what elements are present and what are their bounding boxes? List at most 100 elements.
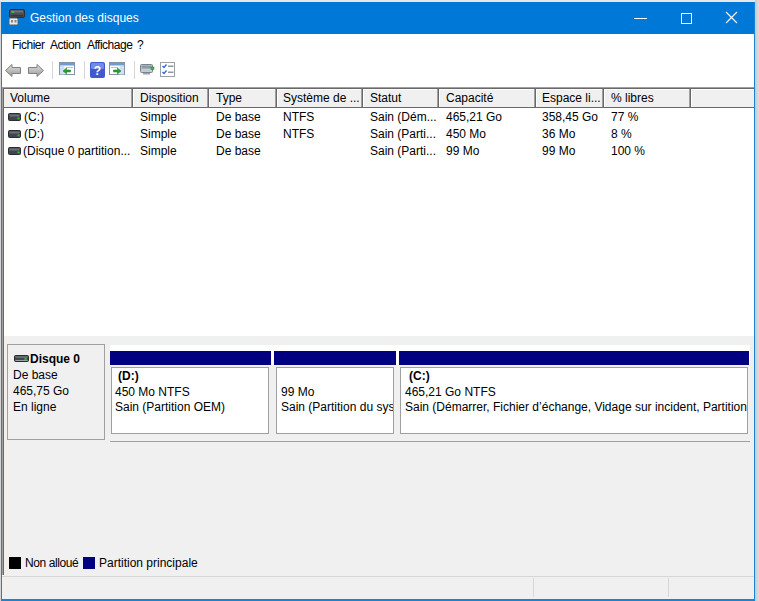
back-icon xyxy=(5,64,21,77)
volume-libres: 100 % xyxy=(611,143,645,160)
volume-icon xyxy=(8,130,21,139)
volume-type: De base xyxy=(216,109,261,126)
partition-d-colorbar xyxy=(110,351,271,365)
legend-primary-swatch xyxy=(83,557,95,569)
menu-action[interactable]: Action xyxy=(50,34,80,56)
volume-disposition: Simple xyxy=(140,143,177,160)
volume-espace: 36 Mo xyxy=(542,126,575,143)
status-bar xyxy=(2,577,754,599)
toolbar-separator-1 xyxy=(52,61,53,79)
column-header-bottom-border xyxy=(4,107,754,108)
partition-c-label: (C:) xyxy=(409,369,430,384)
maximize-button[interactable] xyxy=(663,2,709,32)
column-header-libres[interactable]: % libres xyxy=(611,90,654,107)
volume-row-d[interactable]: (D:) Simple De base NTFS Sain (Parti... … xyxy=(4,126,754,143)
forward-icon xyxy=(28,64,44,77)
header-sep-7[interactable] xyxy=(602,89,605,107)
volume-disposition: Simple xyxy=(140,126,177,143)
maximize-icon xyxy=(681,13,692,24)
partition-c-box[interactable]: (C:) 465,21 Go NTFS Sain (Démarrer, Fich… xyxy=(400,367,748,434)
popup-icon xyxy=(140,63,155,76)
partition-d-size: 450 Mo NTFS xyxy=(115,385,190,400)
close-button[interactable] xyxy=(709,2,754,32)
volume-disposition: Simple xyxy=(140,109,177,126)
column-header-systeme[interactable]: Système de ... xyxy=(283,90,360,107)
header-sep-5[interactable] xyxy=(437,89,440,107)
minimize-icon xyxy=(634,18,647,19)
back-button[interactable] xyxy=(5,64,20,76)
column-header-espace[interactable]: Espace li... xyxy=(542,90,601,107)
properties-button[interactable] xyxy=(160,62,176,77)
volume-icon xyxy=(8,113,21,122)
legend-primary-label: Partition principale xyxy=(99,556,198,570)
column-header-type[interactable]: Type xyxy=(216,90,242,107)
status-bar-sep-1 xyxy=(533,578,534,597)
volume-statut: Sain (Parti... xyxy=(370,126,436,143)
header-sep-8[interactable] xyxy=(689,89,692,107)
menu-fichier[interactable]: Fichier xyxy=(12,34,45,56)
volume-statut: Sain (Dém... xyxy=(370,109,437,126)
disk0-size: 465,75 Go xyxy=(13,384,69,399)
volume-statut: Sain (Parti... xyxy=(370,143,436,160)
volume-name: (D:) xyxy=(24,126,44,143)
partition-d-box[interactable]: (D:) 450 Mo NTFS Sain (Partition OEM) xyxy=(111,367,269,434)
svg-text:?: ? xyxy=(94,64,101,78)
column-header-volume[interactable]: Volume xyxy=(10,90,50,107)
action-pane-button[interactable] xyxy=(109,62,125,77)
header-sep-6[interactable] xyxy=(534,89,537,107)
partition-c-colorbar xyxy=(399,351,749,365)
help-icon: ? xyxy=(90,62,105,78)
window-title: Gestion des disques xyxy=(30,2,139,34)
column-header-statut[interactable]: Statut xyxy=(370,90,401,107)
partition-d-status: Sain (Partition OEM) xyxy=(115,400,225,415)
menu-help[interactable]: ? xyxy=(137,34,143,56)
header-sep-3[interactable] xyxy=(275,89,278,107)
volume-name: (Disque 0 partition... xyxy=(23,143,130,160)
desktop-right-strip xyxy=(755,0,759,601)
disk0-type: De base xyxy=(13,368,58,383)
volume-row-c[interactable]: (C:) Simple De base NTFS Sain (Dém... 46… xyxy=(4,109,754,126)
volume-systeme: NTFS xyxy=(283,126,314,143)
partition-sys-size: 99 Mo xyxy=(281,385,314,400)
app-icon xyxy=(8,9,26,26)
column-header-disposition[interactable]: Disposition xyxy=(140,90,199,107)
column-header-capacite[interactable]: Capacité xyxy=(446,90,493,107)
header-sep-2[interactable] xyxy=(207,89,210,107)
volume-espace: 358,45 Go xyxy=(542,109,598,126)
volume-libres: 8 % xyxy=(611,126,632,143)
status-bar-sep-2 xyxy=(668,578,669,597)
toolbar-separator-3 xyxy=(134,61,135,79)
console-tree-icon xyxy=(59,62,75,77)
help-button[interactable]: ? xyxy=(90,62,105,78)
action-pane-icon xyxy=(109,62,125,77)
volume-capacite: 465,21 Go xyxy=(446,109,502,126)
volume-type: De base xyxy=(216,143,261,160)
partition-sys-colorbar xyxy=(274,351,396,365)
disk0-name: Disque 0 xyxy=(30,352,80,367)
header-sep-1[interactable] xyxy=(131,89,134,107)
toolbar-separator-2 xyxy=(84,61,85,79)
partition-sys-box[interactable]: 99 Mo Sain (Partition du sys xyxy=(276,367,394,434)
disk-management-window: Gestion des disques Fichier Action Affic… xyxy=(0,0,759,601)
volume-capacite: 99 Mo xyxy=(446,143,479,160)
close-icon xyxy=(725,11,738,24)
minimize-button[interactable] xyxy=(617,2,663,32)
volume-type: De base xyxy=(216,126,261,143)
partition-sys-status: Sain (Partition du sys xyxy=(281,400,394,415)
volume-row-partition[interactable]: (Disque 0 partition... Simple De base Sa… xyxy=(4,143,754,160)
legend-unallocated-swatch xyxy=(9,557,21,569)
header-sep-4[interactable] xyxy=(361,89,364,107)
forward-button[interactable] xyxy=(28,64,43,76)
partition-c-size: 465,21 Go NTFS xyxy=(405,385,496,400)
volume-icon xyxy=(8,147,21,156)
menu-affichage[interactable]: Affichage xyxy=(87,34,132,56)
volume-espace: 99 Mo xyxy=(542,143,575,160)
volume-name: (C:) xyxy=(24,109,44,126)
disk-row-bottom-border xyxy=(110,441,750,442)
disk-icon xyxy=(14,355,29,363)
legend-unallocated-label: Non alloué xyxy=(25,556,78,570)
partition-d-label: (D:) xyxy=(118,369,139,384)
volume-capacite: 450 Mo xyxy=(446,126,486,143)
console-tree-button[interactable] xyxy=(59,62,75,77)
popup-button[interactable] xyxy=(140,63,155,76)
